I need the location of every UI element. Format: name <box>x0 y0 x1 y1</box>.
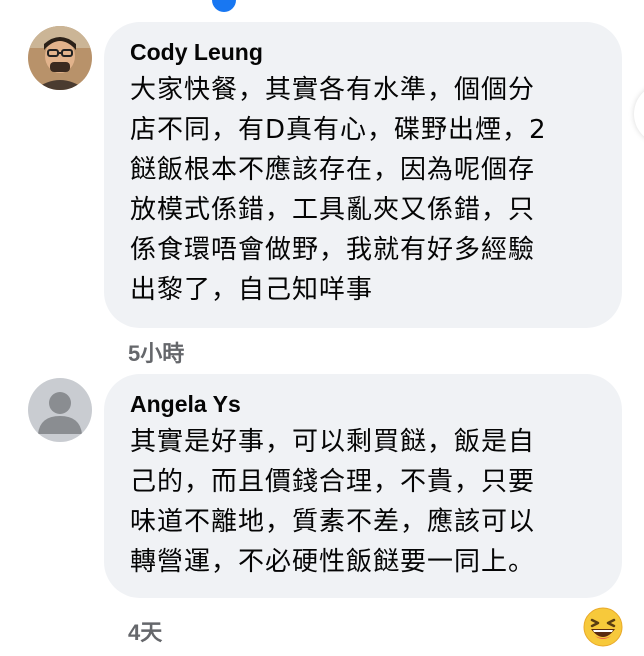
user-photo-icon <box>28 26 92 90</box>
side-button-partial[interactable] <box>634 84 644 144</box>
comment-text: 大家快餐，其實各有水準，個個分 店不同，有D真有心，碟野出煙，2 餸飯根本不應該… <box>130 70 598 310</box>
avatar[interactable] <box>28 26 92 90</box>
comment-bubble: Cody Leung 大家快餐，其實各有水準，個個分 店不同，有D真有心，碟野出… <box>104 22 622 328</box>
comment-line: 味道不離地，質素不差，應該可以 <box>130 507 536 537</box>
avatar[interactable] <box>28 378 92 442</box>
comment-line: 放模式係錯，工具亂夾又係錯，只 <box>130 195 536 225</box>
default-profile-icon <box>28 378 92 442</box>
comment-timestamp[interactable]: 4天 <box>128 615 162 647</box>
comment-text: 其實是好事，可以剩買餸，飯是自 己的，而且價錢合理，不貴，只要 味道不離地，質素… <box>130 422 598 582</box>
comment-line: 餸飯根本不應該存在，因為呢個存 <box>130 155 536 185</box>
author-name[interactable]: Angela Ys <box>130 390 598 418</box>
author-name[interactable]: Cody Leung <box>130 38 598 66</box>
comment-line: 店不同，有D真有心，碟野出煙，2 <box>130 115 547 145</box>
comment-line: 係食環唔會做野，我就有好多經驗 <box>130 235 536 265</box>
comment-line: 己的，而且價錢合理，不貴，只要 <box>130 467 536 497</box>
comment-bubble: Angela Ys 其實是好事，可以剩買餸，飯是自 己的，而且價錢合理，不貴，只… <box>104 374 622 598</box>
comment-line: 出黎了，自己知咩事 <box>130 275 374 305</box>
comment-line: 其實是好事，可以剩買餸，飯是自 <box>130 427 536 457</box>
comment-line: 大家快餐，其實各有水準，個個分 <box>130 75 536 105</box>
comment-timestamp[interactable]: 5小時 <box>128 336 184 368</box>
reaction-icon-partial <box>212 0 236 12</box>
laughing-emoji-icon[interactable] <box>583 607 623 647</box>
comment-line: 轉營運，不必硬性飯餸要一同上。 <box>130 547 536 577</box>
